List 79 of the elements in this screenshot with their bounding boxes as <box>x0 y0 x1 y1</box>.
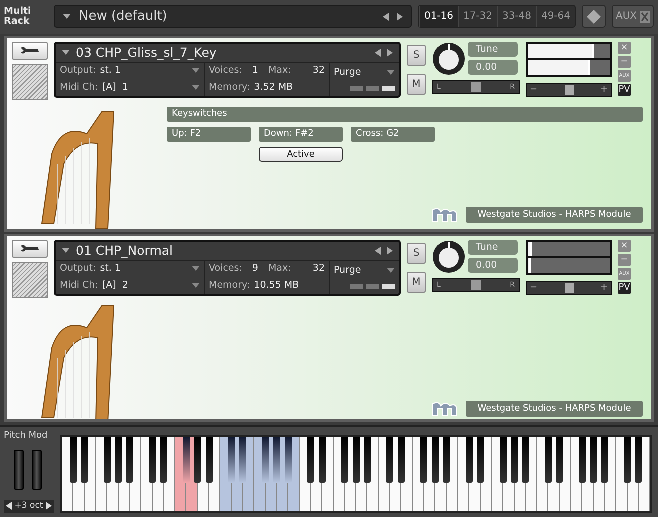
voices-label: Voices: <box>209 65 242 76</box>
pitch-wheel[interactable] <box>14 450 24 490</box>
previous-icon[interactable] <box>375 246 381 255</box>
next-icon[interactable] <box>46 502 52 510</box>
caret-icon[interactable] <box>62 248 70 254</box>
midi-channel-value[interactable]: [A] 2 <box>102 280 128 291</box>
vendor-label: Westgate Studios - HARPS Module <box>466 400 643 417</box>
mod-wheel[interactable] <box>32 450 42 490</box>
side-button[interactable]: PV <box>618 282 631 294</box>
wrench-icon <box>20 46 40 55</box>
preset-bar[interactable]: New (default) <box>54 5 412 28</box>
output-label: Output: <box>60 65 96 76</box>
mute-button[interactable]: M <box>407 74 426 94</box>
max-label: Max: <box>268 263 292 274</box>
output-label: Output: <box>60 263 96 274</box>
volume-slider[interactable]: − + <box>526 280 612 295</box>
output-value[interactable]: st. 1 <box>100 65 121 76</box>
rack-page-tab[interactable]: 33-48 <box>496 6 536 28</box>
keyswitch-field[interactable]: Up: F2 <box>167 126 251 142</box>
caret-icon[interactable] <box>192 84 200 90</box>
instrument-name[interactable]: 01 CHP_Normal <box>76 243 369 258</box>
m-logo-icon <box>432 206 458 223</box>
purge-menu[interactable]: Purge <box>334 66 362 78</box>
midi-channel-label: Midi Ch: <box>60 280 98 291</box>
solo-button[interactable]: S <box>407 44 426 66</box>
caret-icon[interactable] <box>62 50 70 55</box>
next-icon[interactable] <box>387 48 393 56</box>
tune-label: Tune <box>468 42 518 57</box>
next-icon[interactable] <box>396 12 403 21</box>
voices-value: 9 <box>251 263 260 274</box>
keyswitch-field[interactable]: Down: F#2 <box>259 126 343 142</box>
side-button[interactable]: PV <box>618 84 631 96</box>
wrench-button[interactable] <box>12 240 48 258</box>
max-label: Max: <box>268 65 292 76</box>
diamond-icon <box>586 10 601 24</box>
max-value[interactable]: 32 <box>312 263 325 274</box>
rack-view-button[interactable] <box>582 5 606 28</box>
voices-value: 1 <box>251 65 260 76</box>
vendor-label: Westgate Studios - HARPS Module <box>466 206 643 223</box>
keyswitch-field[interactable]: Cross: G2 <box>351 126 435 142</box>
caret-icon[interactable] <box>192 68 200 74</box>
previous-icon[interactable] <box>382 12 389 21</box>
volume-slider[interactable]: − + <box>526 82 612 96</box>
wrench-icon <box>20 244 40 254</box>
instrument-name[interactable]: 03 CHP_Gliss_sl_7_Key <box>76 45 369 60</box>
caret-icon[interactable] <box>192 266 200 272</box>
keyswitches-header: Keyswitches <box>167 106 643 122</box>
caret-icon[interactable] <box>387 70 395 75</box>
previous-icon[interactable] <box>375 48 381 56</box>
purge-menu[interactable]: Purge <box>334 264 362 276</box>
caret-icon[interactable] <box>192 282 200 288</box>
tune-knob[interactable] <box>432 240 466 274</box>
midi-channel-label: Midi Ch: <box>60 82 98 93</box>
midi-channel-value[interactable]: [A] 1 <box>102 82 128 93</box>
mute-button[interactable]: M <box>407 272 426 293</box>
m-logo-icon <box>432 400 458 417</box>
tune-label: Tune <box>468 240 518 256</box>
max-value[interactable]: 32 <box>312 65 325 76</box>
output-value[interactable]: st. 1 <box>100 263 121 274</box>
rack-page-tab[interactable]: 49-64 <box>536 6 575 28</box>
memory-label: Memory: <box>209 280 250 291</box>
next-icon[interactable] <box>387 246 393 255</box>
tune-knob[interactable] <box>432 42 466 76</box>
voices-label: Voices: <box>209 263 242 274</box>
memory-label: Memory: <box>209 82 250 93</box>
rack-page-tab[interactable]: 01-16 <box>418 6 458 28</box>
multi-rack-label: Multi Rack <box>4 6 32 27</box>
solo-button[interactable]: S <box>407 242 426 264</box>
octave-shift[interactable]: +3 oct <box>4 500 54 513</box>
memory-value: 3.52 MB <box>254 82 294 93</box>
pitch-mod-label: Pitch Mod <box>4 430 49 441</box>
previous-icon[interactable] <box>6 502 12 510</box>
memory-value: 10.55 MB <box>254 280 300 291</box>
close-icon <box>640 10 650 23</box>
caret-icon[interactable] <box>63 14 71 20</box>
active-button[interactable]: Active <box>259 147 343 162</box>
rack-page-tab[interactable]: 17-32 <box>458 6 497 28</box>
caret-icon[interactable] <box>387 268 395 273</box>
wrench-button[interactable] <box>12 42 48 60</box>
